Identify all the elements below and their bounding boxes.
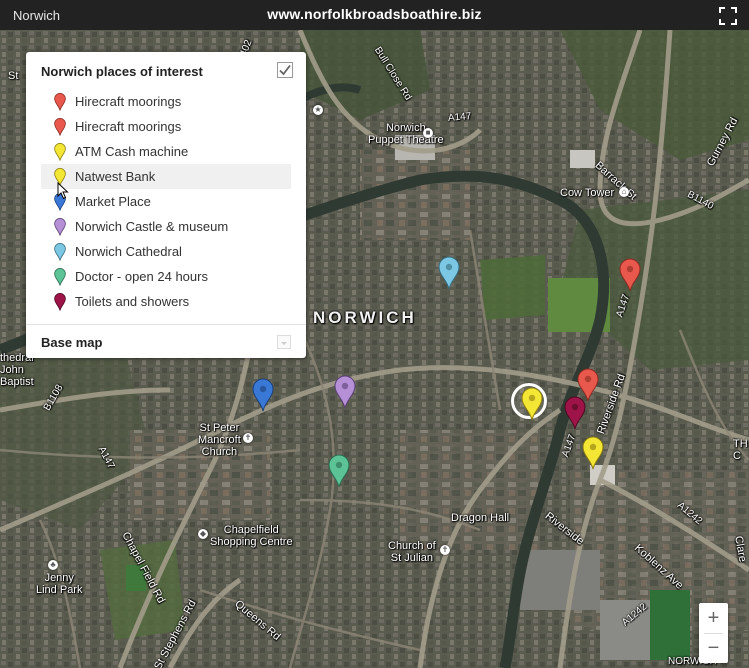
map-label-norwich: NORWICH xyxy=(313,308,417,327)
poi-park-icon[interactable]: ♣ xyxy=(48,560,58,570)
legend-item[interactable]: Market Place xyxy=(41,189,291,214)
base-map-label[interactable]: Base map xyxy=(41,335,102,350)
legend-divider xyxy=(26,324,306,325)
map-label-st-peter-mancroft: St Peter Mancroft Church xyxy=(198,422,241,458)
marker-norwich-castle-museum[interactable] xyxy=(334,375,356,409)
chevron-down-icon[interactable] xyxy=(277,335,291,349)
poi-church-icon[interactable]: ✝ xyxy=(243,433,253,443)
map-label-st-left: St xyxy=(8,70,19,82)
marker-market-place[interactable] xyxy=(252,378,274,412)
marker-natwest-bank[interactable] xyxy=(582,436,604,470)
legend-item[interactable]: Hirecraft moorings xyxy=(41,114,291,139)
site-title: www.norfolkbroadsboathire.biz xyxy=(267,6,482,22)
layer-visibility-checkbox[interactable] xyxy=(277,62,293,78)
mouse-cursor-icon xyxy=(57,181,69,205)
red-pin-icon xyxy=(54,118,66,136)
light-blue-pin-icon xyxy=(54,243,66,261)
poi-church-icon[interactable]: ✝ xyxy=(440,545,450,555)
legend-item-label: Norwich Castle & museum xyxy=(75,219,229,234)
legend-item-label: Hirecraft moorings xyxy=(75,119,182,134)
legend-item[interactable]: Norwich Cathedral xyxy=(41,239,291,264)
legend-item[interactable]: Doctor - open 24 hours xyxy=(41,264,291,289)
legend-item-label: Hirecraft moorings xyxy=(75,94,182,109)
marker-norwich-cathedral[interactable] xyxy=(438,256,460,290)
legend-item-label: Toilets and showers xyxy=(75,294,190,309)
red-pin-icon xyxy=(54,93,66,111)
zoom-in-button[interactable]: + xyxy=(699,604,728,633)
poi-theatre-icon[interactable]: ★ xyxy=(313,105,323,115)
legend-item[interactable]: Natwest Bank xyxy=(41,164,291,189)
zoom-control: + − xyxy=(699,603,728,663)
top-bar: Norwich www.norfolkbroadsboathire.biz xyxy=(0,0,749,30)
marker-toilets-and-showers[interactable] xyxy=(564,396,586,430)
map-label-a147-top: A147 xyxy=(447,111,472,124)
map-label-cow-tower: Cow Tower xyxy=(560,187,615,199)
legend-item[interactable]: ATM Cash machine xyxy=(41,139,291,164)
legend-panel: Norwich places of interest Hirecraft moo… xyxy=(26,52,306,358)
marker-doctor-open-24-hours[interactable] xyxy=(328,454,350,488)
green-pin-icon xyxy=(54,268,66,286)
map-label-dragon-hall: Dragon Hall xyxy=(451,512,510,524)
map-label-jenny-lind-park: Jenny Lind Park xyxy=(36,572,83,596)
poi-shopping-icon[interactable]: ◆ xyxy=(198,529,208,539)
purple-pin-icon xyxy=(54,218,66,236)
poi-theatre-icon[interactable]: ■ xyxy=(423,128,433,138)
legend-item-label: Natwest Bank xyxy=(75,169,156,184)
legend-item-label: ATM Cash machine xyxy=(75,144,189,159)
legend-title: Norwich places of interest xyxy=(41,64,203,79)
poi-monument-icon[interactable]: ⌂ xyxy=(619,187,629,197)
legend-item[interactable]: Toilets and showers xyxy=(41,289,291,314)
marker-atm-cash-machine[interactable] xyxy=(521,387,543,421)
legend-item[interactable]: Norwich Castle & museum xyxy=(41,214,291,239)
map-label-church-st-julian: Church of St Julian xyxy=(388,540,436,564)
legend-item-label: Norwich Cathedral xyxy=(75,244,182,259)
map-label-the-right: TH C xyxy=(733,438,748,462)
maroon-pin-icon xyxy=(54,293,66,311)
fullscreen-icon[interactable] xyxy=(719,7,737,25)
zoom-out-button[interactable]: − xyxy=(699,634,728,663)
legend-item-label: Market Place xyxy=(75,194,151,209)
legend-item-label: Doctor - open 24 hours xyxy=(75,269,208,284)
yellow-pin-icon xyxy=(54,143,66,161)
legend-item[interactable]: Hirecraft moorings xyxy=(41,89,291,114)
map-label-chapelfield: Chapelfield Shopping Centre xyxy=(210,524,293,548)
legend-items: Hirecraft moorings Hirecraft moorings AT… xyxy=(41,89,291,314)
marker-hirecraft-moorings[interactable] xyxy=(619,258,641,292)
